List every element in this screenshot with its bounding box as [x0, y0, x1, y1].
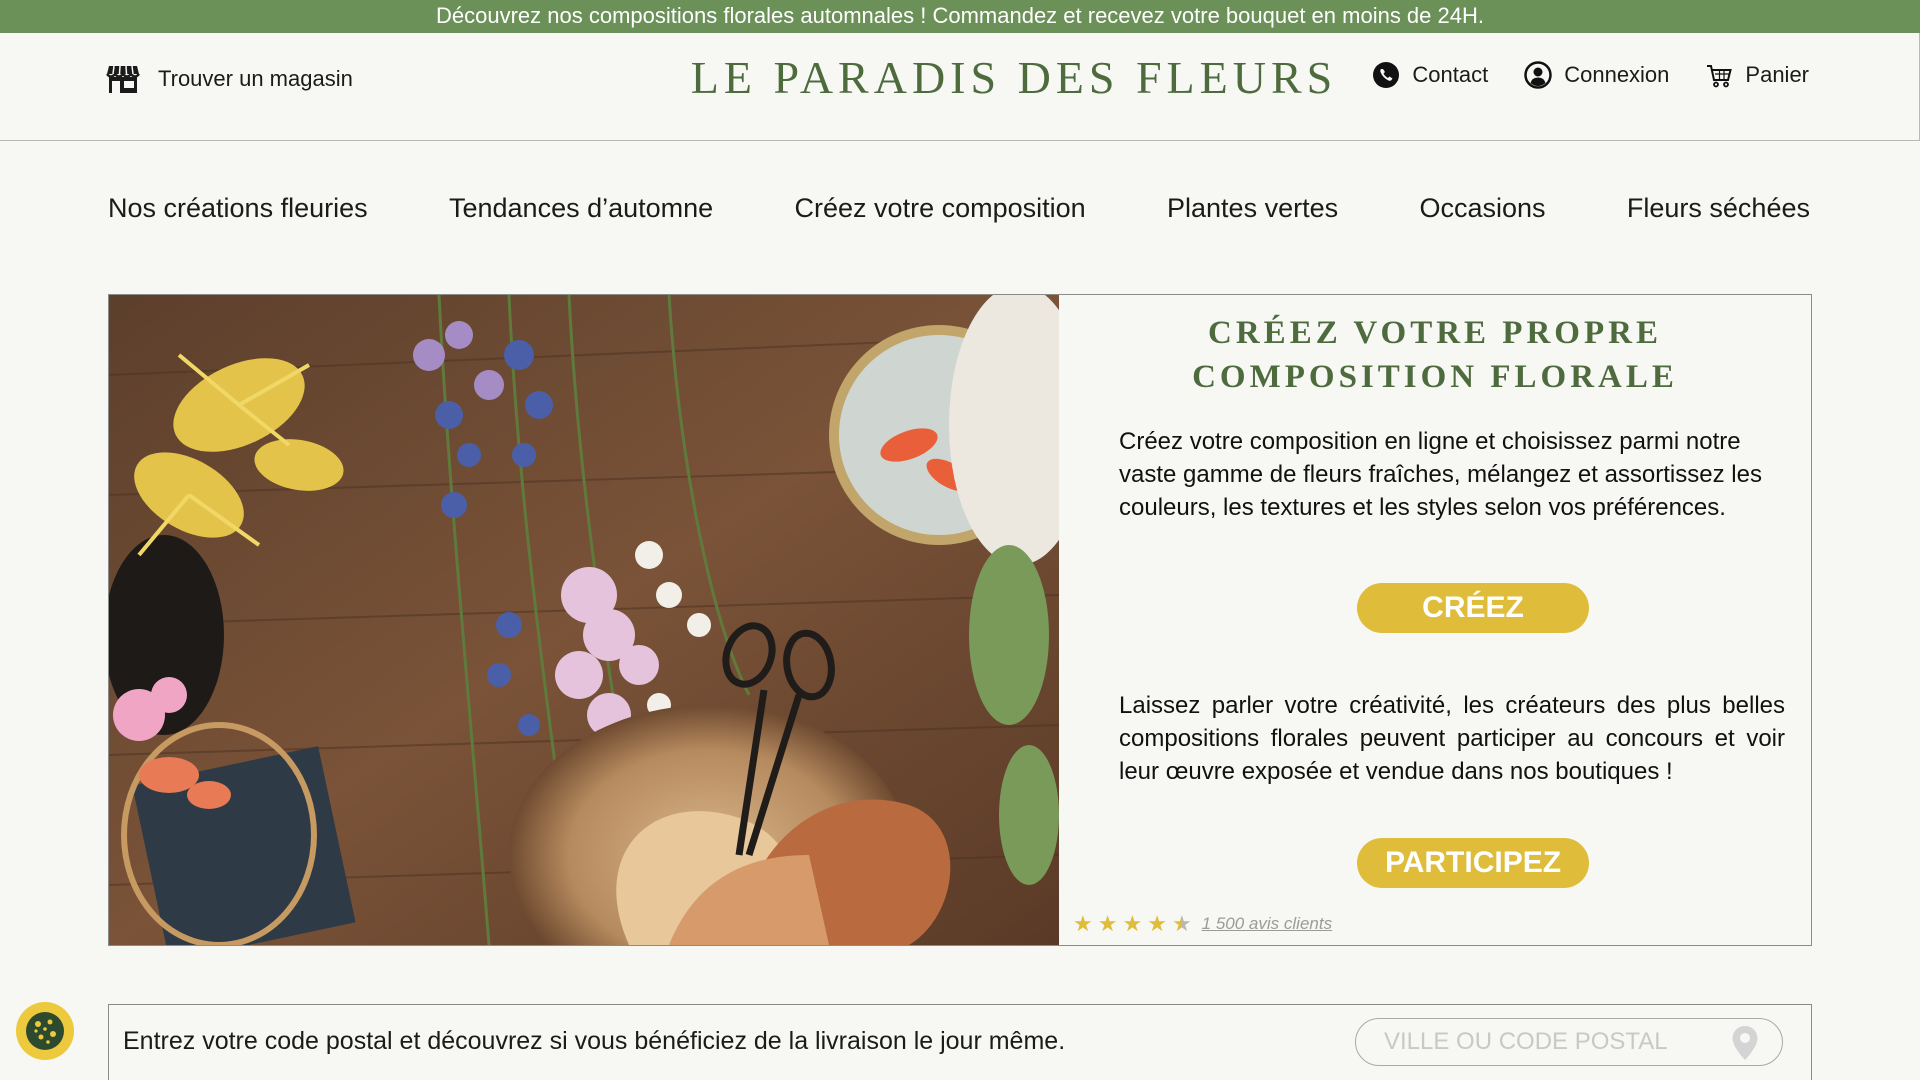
contest-description: Laissez parler votre créativité, les cré…: [1119, 692, 1785, 785]
create-button[interactable]: CRÉEZ: [1357, 583, 1589, 633]
half-star-icon: ★: [1171, 911, 1192, 936]
rating-stars: ★ ★ ★ ★ ★: [1073, 911, 1192, 937]
main-navigation: Nos créations fleuries Tendances d’autom…: [108, 193, 1810, 224]
customer-rating: ★ ★ ★ ★ ★ 1 500 avis clients: [1073, 911, 1332, 937]
contact-label: Contact: [1412, 62, 1489, 87]
hero-image: [109, 295, 1059, 945]
cart-label: Panier: [1745, 62, 1809, 87]
star-icon: ★: [1122, 911, 1143, 936]
cookie-icon: [26, 1012, 64, 1050]
reviews-link[interactable]: 1 500 avis clients: [1202, 914, 1332, 934]
nav-item-creations[interactable]: Nos créations fleuries: [108, 193, 368, 224]
nav-item-create-composition[interactable]: Créez votre composition: [795, 193, 1086, 224]
site-header: Trouver un magasin LE PARADIS DES FLEURS…: [0, 33, 1920, 141]
star-icon: ★: [1097, 911, 1118, 936]
star-icon: ★: [1073, 911, 1093, 936]
flower-photo-illustration: [109, 295, 1059, 945]
brand-name: LE PARADIS DES FLEURS: [690, 52, 1338, 103]
star-icon: ★: [1147, 911, 1167, 936]
contact-link[interactable]: Contact: [1372, 61, 1488, 89]
location-pin-icon[interactable]: [1731, 1025, 1759, 1061]
hero-content: CRÉEZ VOTRE PROPRE COMPOSITION FLORALE C…: [1059, 295, 1811, 945]
phone-icon: [1373, 62, 1400, 88]
delivery-prompt: Entrez votre code postal et découvrez si…: [123, 1027, 1066, 1055]
hero-description: Créez votre composition en ligne et choi…: [1119, 428, 1762, 521]
cart-icon: [1707, 65, 1733, 88]
login-label: Connexion: [1564, 62, 1670, 87]
login-link[interactable]: Connexion: [1524, 61, 1669, 89]
nav-item-occasions[interactable]: Occasions: [1419, 193, 1545, 224]
promo-banner: Découvrez nos compositions florales auto…: [0, 0, 1920, 33]
nav-item-autumn-trends[interactable]: Tendances d’automne: [449, 193, 713, 224]
nav-item-green-plants[interactable]: Plantes vertes: [1167, 193, 1338, 224]
cart-link[interactable]: Panier: [1705, 61, 1809, 89]
hero-title: CRÉEZ VOTRE PROPRE COMPOSITION FLORALE: [1192, 315, 1678, 395]
same-day-delivery-checker: Entrez votre code postal et découvrez si…: [108, 1004, 1812, 1080]
cookie-settings-button[interactable]: [16, 1002, 74, 1060]
header-actions: Contact Connexion Panier: [1372, 61, 1809, 89]
user-icon: [1524, 61, 1552, 89]
participate-button[interactable]: PARTICIPEZ: [1357, 838, 1589, 888]
hero-section: CRÉEZ VOTRE PROPRE COMPOSITION FLORALE C…: [108, 294, 1812, 946]
postal-code-input[interactable]: [1355, 1018, 1783, 1066]
nav-item-dried-flowers[interactable]: Fleurs séchées: [1627, 193, 1810, 224]
